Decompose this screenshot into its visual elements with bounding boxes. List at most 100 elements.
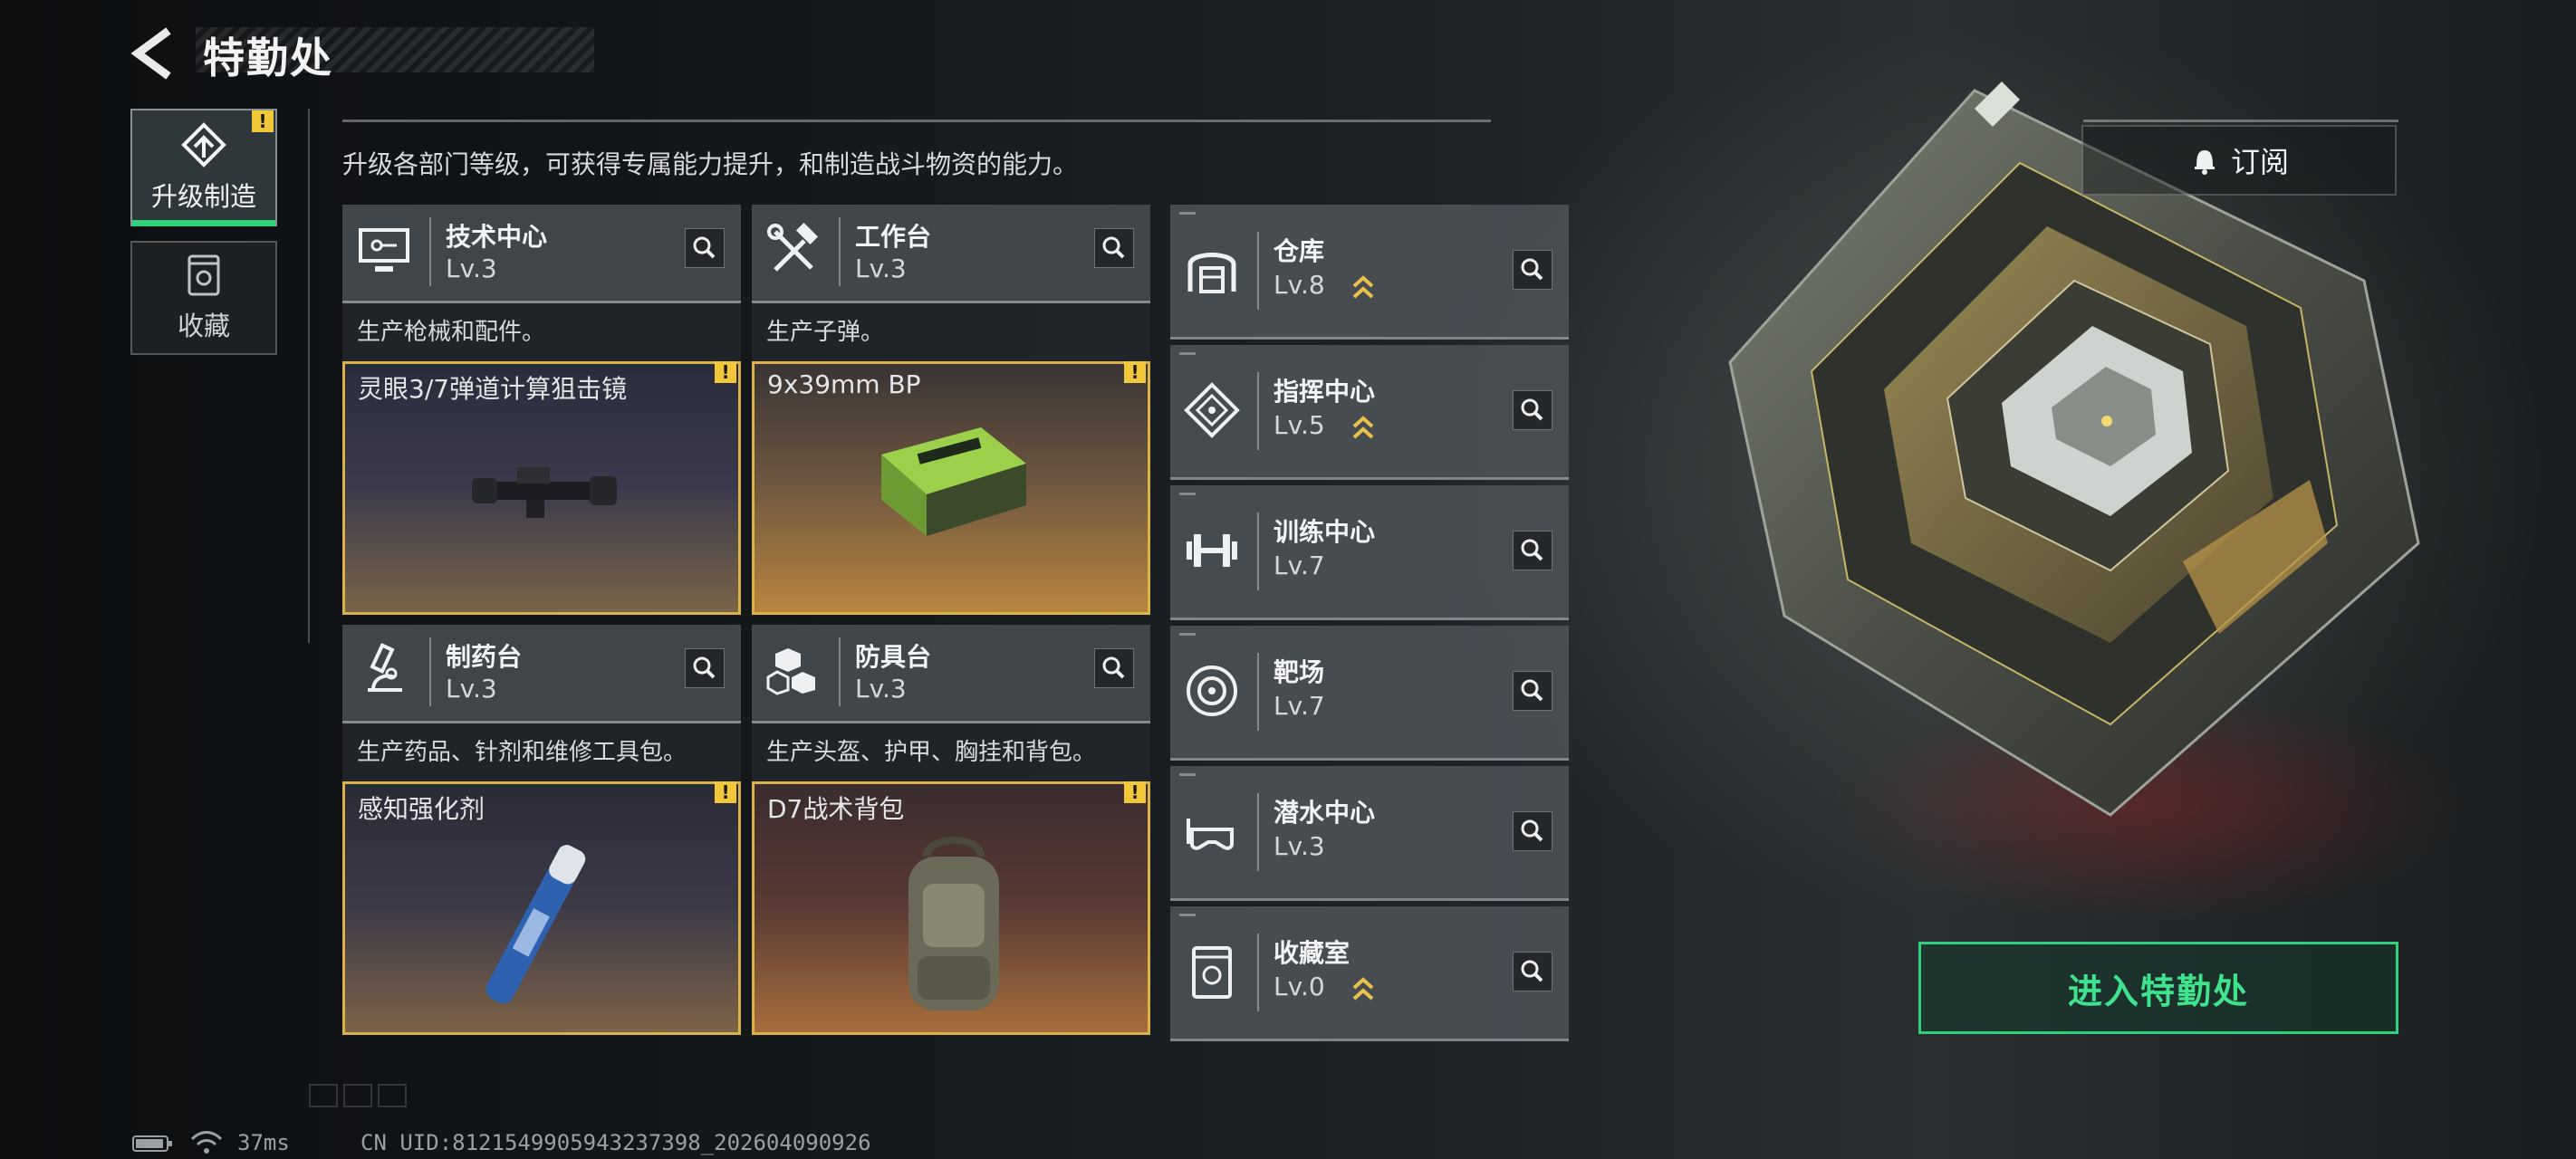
microscope-icon [368,643,402,692]
header-separator [839,217,841,286]
search-button[interactable] [1094,228,1134,268]
dept-description: 生产头盔、护甲、胸挂和背包。 [752,723,1150,781]
dept-pharmacy: 制药台 Lv.3 生产药品、针剂和维修工具包。 感知强化剂 ! [342,625,741,1035]
search-button[interactable] [1513,811,1552,851]
facility-command-center[interactable]: 指挥中心 Lv.5 [1170,345,1569,480]
dept-workbench-header[interactable]: 工作台 Lv.3 [752,205,1150,303]
magnifier-icon [1521,539,1543,561]
warehouse-icon [1187,253,1236,293]
upgrade-chevron-icon [1352,416,1374,439]
magnifier-icon [1521,258,1543,281]
magnifier-icon [693,236,716,259]
dept-name: 技术中心 [446,222,548,252]
dept-description: 生产子弹。 [752,303,1150,361]
user-uid: CN UID:81215499059432373​98_202604090926 [360,1130,871,1155]
facility-diving-center[interactable]: 潜水中心 Lv.3 [1170,766,1569,901]
facility-level: Lv.8 [1274,270,1325,300]
search-button[interactable] [685,228,725,268]
dept-name: 防具台 [855,642,932,672]
dept-description: 生产药品、针剂和维修工具包。 [342,723,741,781]
corner-mark [1179,773,1196,776]
facility-shooting-range[interactable]: 靶场 Lv.7 [1170,626,1569,761]
dept-armor-header[interactable]: 防具台 Lv.3 [752,625,1150,723]
facility-collection-room[interactable]: 收藏室 Lv.0 [1170,906,1569,1041]
corner-mark [1179,633,1196,636]
enter-special-ops-label: 进入特勤处 [2067,971,2249,1011]
decorative-squares [309,1084,407,1107]
search-button[interactable] [1094,648,1134,688]
dept-level: Lv.3 [446,674,497,704]
search-button[interactable] [685,648,725,688]
magnifier-icon [1521,679,1543,702]
nav-upgrade-craft-label: 升级制造 [150,181,256,212]
search-button[interactable] [1513,250,1552,290]
product-card[interactable]: 感知强化剂 ! [342,781,741,1035]
page-subtitle: 升级各部门等级，可获得专属能力提升，和制造战斗物资的能力。 [342,149,1079,179]
ping-indicator: 37ms [237,1130,290,1155]
header-separator [429,637,431,706]
upgrade-craft-icon [181,122,226,168]
corner-mark [1179,914,1196,916]
corner-mark [1179,493,1196,495]
product-name: D7战术背包 [767,794,905,824]
product-name: 9x39mm BP [767,369,921,399]
dept-level: Lv.3 [855,254,907,283]
product-card[interactable]: 9x39mm BP ! [752,361,1150,615]
ammo-box-icon [881,427,1026,536]
header-separator [839,637,841,706]
hammer-wrench-icon [767,222,819,272]
collection-room-icon [1192,946,1232,999]
bell-icon [2194,150,2215,175]
header-separator [1257,934,1259,1011]
facility-warehouse[interactable]: 仓库 Lv.8 [1170,205,1569,340]
alert-badge: ! [1124,361,1146,383]
alert-badge: ! [1124,781,1146,803]
upgrade-chevron-icon [1352,275,1374,299]
dept-armor: 防具台 Lv.3 生产头盔、护甲、胸挂和背包。 D7战术背包 ! [752,625,1150,1035]
product-card[interactable]: 灵眼3/7弹道计算狙击镜 ! [342,361,741,615]
facility-level: Lv.3 [1274,831,1325,861]
wifi-icon [190,1131,223,1154]
enter-special-ops-button[interactable]: 进入特勤处 [1918,942,2398,1034]
product-name: 感知强化剂 [358,794,485,824]
dumbbell-icon [1187,534,1237,567]
search-button[interactable] [1513,390,1552,430]
corner-mark [1179,352,1196,355]
dept-pharmacy-header[interactable]: 制药台 Lv.3 [342,625,741,723]
upgrade-chevron-icon [1352,977,1374,1001]
computer-icon [359,228,409,272]
product-name: 灵眼3/7弹道计算狙击镜 [358,374,628,404]
header-separator [1257,372,1259,450]
diving-mask-icon [1187,819,1234,850]
dept-tech-center-header[interactable]: 技术中心 Lv.3 [342,205,741,303]
search-button[interactable] [1513,952,1552,991]
header-separator [1257,653,1259,731]
divider [308,109,310,643]
header-separator [1257,232,1259,310]
command-center-icon [1184,382,1240,438]
armor-blocks-icon [766,648,815,695]
scope-item-icon [472,467,617,518]
facility-name: 靶场 [1274,657,1325,687]
search-button[interactable] [1513,531,1552,570]
magnifier-icon [693,656,716,679]
collection-icon [187,254,220,296]
facility-level: Lv.5 [1274,410,1325,440]
dept-name: 工作台 [855,222,932,252]
subscribe-button[interactable]: 订阅 [2081,125,2397,196]
dept-description: 生产枪械和配件。 [342,303,741,361]
nav-upgrade-craft[interactable]: 升级制造 ! [130,109,277,226]
magnifier-icon [1521,960,1543,982]
divider [2083,120,2398,122]
back-arrow-icon[interactable] [127,24,181,83]
product-card[interactable]: D7战术背包 ! [752,781,1150,1035]
search-button[interactable] [1513,671,1552,711]
nav-collection-label: 收藏 [177,311,230,341]
facility-name: 指挥中心 [1274,377,1376,407]
magnifier-icon [1102,236,1125,259]
page-title: 特勤处 [203,34,333,82]
subscribe-label: 订阅 [2230,145,2289,179]
dept-workbench: 工作台 Lv.3 生产子弹。 9x39mm BP ! [752,205,1150,615]
facility-training-center[interactable]: 训练中心 Lv.7 [1170,485,1569,620]
nav-collection[interactable]: 收藏 [130,241,277,355]
